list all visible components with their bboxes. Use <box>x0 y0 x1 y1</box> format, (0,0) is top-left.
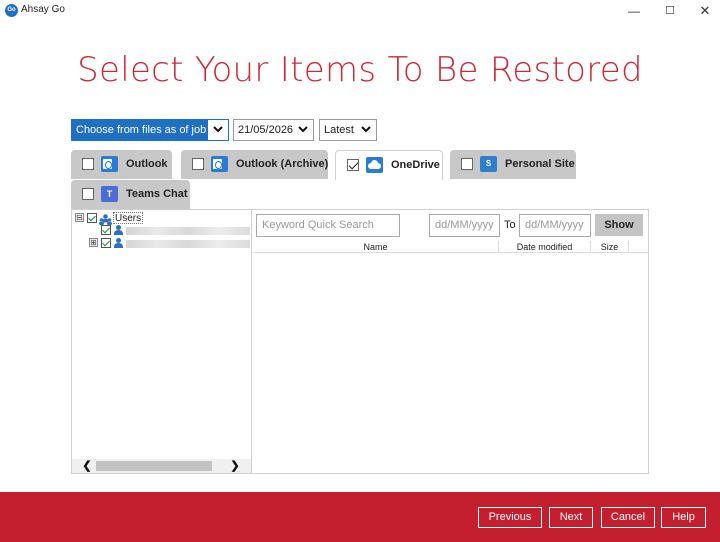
maximize-button[interactable]: ☐ <box>653 0 687 22</box>
column-header-size[interactable]: Size <box>591 241 629 253</box>
window-title: Ahsay Go <box>21 4 65 15</box>
outlook-icon <box>101 156 118 172</box>
column-header-date-modified[interactable]: Date modified <box>499 241 591 253</box>
tree-root-label[interactable]: Users <box>113 212 144 224</box>
outlook-icon <box>211 156 228 172</box>
help-button[interactable]: Help <box>661 507 706 528</box>
job-mode-select[interactable]: Choose from files as of job <box>71 119 229 141</box>
tab-label: Teams Chat <box>126 188 188 200</box>
scroll-left-icon[interactable]: ❮ <box>80 459 94 473</box>
app-logo-icon: Go <box>5 4 18 17</box>
user-icon <box>114 225 123 235</box>
scrollbar-thumb[interactable] <box>96 461 212 471</box>
file-list-pane: Keyword Quick Search dd/MM/yyyy To dd/MM… <box>253 210 648 473</box>
close-button[interactable]: ✕ <box>688 0 720 22</box>
chevron-down-icon[interactable] <box>207 119 229 141</box>
file-table-header: Name Date modified Size <box>253 241 648 253</box>
expand-toggle[interactable]: ⊞ <box>89 238 98 247</box>
tab-checkbox[interactable] <box>82 158 94 170</box>
tree-checkbox[interactable] <box>87 213 97 223</box>
search-input[interactable]: Keyword Quick Search <box>256 214 400 237</box>
restore-panel: ⊟ Users ⊞ ❮ ❯ Keyword Quick Search dd/MM… <box>71 209 649 474</box>
page-title: Select Your Items To Be Restored <box>77 50 643 90</box>
tree-checkbox[interactable] <box>101 238 111 248</box>
tab-checkbox[interactable] <box>192 158 204 170</box>
users-group-icon <box>99 212 112 225</box>
tab-label: Outlook <box>126 158 168 170</box>
chevron-down-icon[interactable] <box>293 120 313 140</box>
tab-checkbox[interactable] <box>82 188 94 200</box>
show-button[interactable]: Show <box>595 214 643 236</box>
minimize-button[interactable]: — <box>617 0 651 22</box>
backup-time-value: Latest <box>324 124 354 136</box>
previous-button[interactable]: Previous <box>478 507 542 528</box>
teams-icon: T <box>101 186 118 202</box>
redacted-user-email[interactable] <box>126 240 250 248</box>
next-button[interactable]: Next <box>549 507 593 528</box>
scroll-right-icon[interactable]: ❯ <box>228 459 242 473</box>
cancel-button[interactable]: Cancel <box>601 507 655 528</box>
backup-time-select[interactable]: Latest <box>319 119 377 141</box>
user-icon <box>114 238 123 248</box>
onedrive-icon <box>366 157 383 173</box>
tab-label: OneDrive <box>391 159 440 171</box>
title-bar: Go Ahsay Go — ☐ ✕ <box>0 0 720 22</box>
tab-checkbox[interactable] <box>347 159 359 171</box>
chevron-down-icon[interactable] <box>356 120 376 140</box>
tab-personal-site[interactable]: S Personal Site <box>450 150 576 179</box>
job-mode-value: Choose from files as of job <box>76 124 207 136</box>
tab-checkbox[interactable] <box>461 158 473 170</box>
tab-outlook-archive[interactable]: Outlook (Archive) <box>181 150 328 179</box>
collapse-toggle[interactable]: ⊟ <box>75 213 84 222</box>
tab-outlook[interactable]: Outlook <box>71 150 172 179</box>
redacted-user-email[interactable] <box>126 227 250 235</box>
tree-checkbox[interactable] <box>101 225 111 235</box>
users-tree: ⊟ Users ⊞ ❮ ❯ <box>72 210 252 473</box>
to-date-field[interactable]: dd/MM/yyyy <box>519 214 591 237</box>
footer-bar: Previous Next Cancel Help <box>0 492 720 542</box>
tab-label: Personal Site <box>505 158 575 170</box>
backup-date-value: 21/05/2026 <box>238 124 294 136</box>
column-header-name[interactable]: Name <box>253 241 499 253</box>
tree-horizontal-scrollbar[interactable]: ❮ ❯ <box>72 459 251 473</box>
to-label: To <box>504 219 516 231</box>
tab-onedrive[interactable]: OneDrive <box>335 150 443 180</box>
tab-teams-chat[interactable]: T Teams Chat <box>71 180 190 209</box>
sharepoint-icon: S <box>480 156 497 172</box>
tab-label: Outlook (Archive) <box>236 158 329 170</box>
backup-date-select[interactable]: 21/05/2026 <box>233 119 314 141</box>
from-date-field[interactable]: dd/MM/yyyy <box>429 214 500 237</box>
